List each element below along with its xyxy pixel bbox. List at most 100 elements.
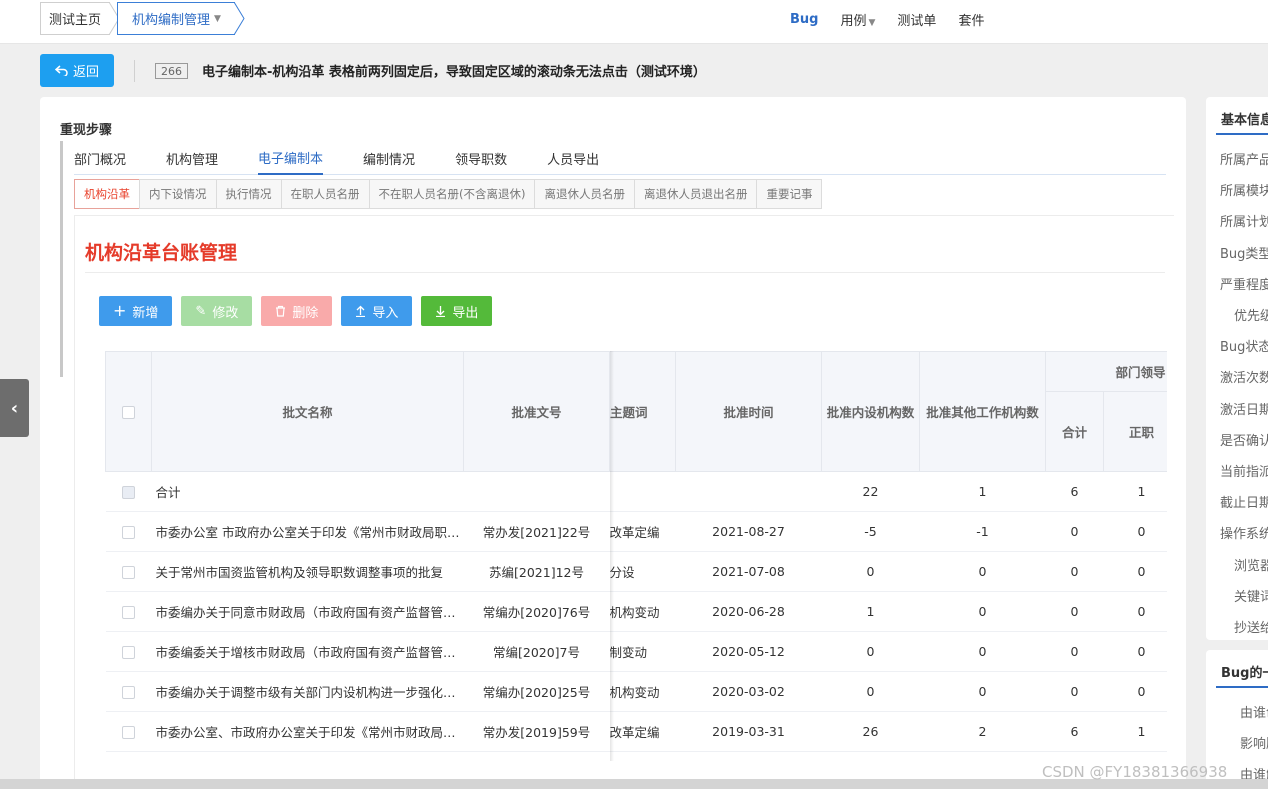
col-header-other-count[interactable]: 批准其他工作机构数 (919, 351, 1046, 472)
info-field-label: 所属模块 (1220, 184, 1268, 200)
cell-doc-no: 苏编[2021]12号 (463, 551, 610, 592)
bug-id-badge: 266 (155, 63, 188, 79)
cell-name: 市委办公室、市政府办公室关于印发《常州市财政局职能配置、内设机构和人员编制规定》… (151, 711, 464, 752)
export-button-label: 导出 (452, 305, 479, 321)
info-field-label: 浏览器 (1234, 558, 1268, 574)
import-button-label: 导入 (372, 305, 399, 321)
col-header-date[interactable]: 批准时间 (675, 351, 822, 472)
cell-date: 2021-08-27 (675, 511, 822, 552)
subtab-execution[interactable]: 执行情况 (215, 179, 282, 209)
tab-dept-overview[interactable]: 部门概况 (74, 141, 126, 175)
row-select-cell (105, 511, 152, 552)
info-field-label: 优先级 (1234, 309, 1268, 324)
org-history-table: 批文名称 批准文号 主题词 批准时间 批准内设机构数 批准其他工作机构数 部门领… (105, 351, 1167, 761)
cell-doc-no: 常编办[2020]76号 (463, 591, 610, 632)
subtab-internal-units[interactable]: 内下设情况 (139, 179, 217, 209)
cell-name: 合计 (151, 471, 464, 512)
chevron-left-icon: ‹ (10, 397, 19, 419)
bug-history-underline (1216, 686, 1268, 688)
module-tabs: 部门概况 机构管理 电子编制本 编制情况 领导职数 人员导出 (74, 141, 1166, 175)
breadcrumb-current[interactable]: 机构编制管理 ▼ (117, 2, 235, 35)
bug-title: 电子编制本-机构沿革 表格前两列固定后，导致固定区域的滚动条无法点击（测试环境） (202, 65, 706, 80)
cell-inner-count: 22 (821, 471, 920, 512)
info-field-label: 当前指派 (1220, 465, 1268, 480)
cell-other-count: 0 (919, 631, 1046, 672)
info-field-label: 是否确认 (1220, 433, 1268, 449)
top-nav-bar: 测试主页 机构编制管理 ▼ Bug 用例 ▼ 测试单 套件 (0, 0, 1268, 44)
col-header-chief[interactable]: 正职 (1103, 391, 1167, 472)
select-all-checkbox[interactable] (122, 406, 135, 419)
main-nav-links: Bug 用例 ▼ 测试单 套件 (790, 0, 984, 38)
col-header-doc-no[interactable]: 批准文号 (463, 351, 610, 472)
tab-staffing[interactable]: 编制情况 (363, 141, 415, 175)
import-button[interactable]: 导入 (341, 296, 413, 326)
cell-name: 关于常州市国资监管机构及领导职数调整事项的批复 (151, 551, 464, 592)
row-checkbox[interactable] (122, 526, 135, 539)
row-checkbox[interactable] (122, 566, 135, 579)
info-field-label: Bug状态 (1220, 340, 1268, 356)
cell-date: 2021-07-08 (675, 551, 822, 592)
table-row[interactable]: 市委办公室 市政府办公室关于印发《常州市财政局职能配置、内设机构和人员编制规定》… (105, 511, 1167, 552)
table-total-row[interactable]: 合计 22 1 6 1 (105, 471, 1167, 512)
info-field-label: 激活次数 (1220, 371, 1268, 387)
cell-name: 市委办公室 市政府办公室关于印发《常州市财政局职能配置、内设机构和人员编制规定》… (151, 511, 464, 552)
cell-chief: 0 (1103, 671, 1167, 712)
data-table: 批文名称 批准文号 主题词 批准时间 批准内设机构数 批准其他工作机构数 部门领… (105, 351, 1167, 752)
col-header-name[interactable]: 批文名称 (151, 351, 464, 472)
bug-history-title: Bug的一生 (1221, 666, 1268, 681)
cell-doc-no (463, 471, 610, 512)
caret-down-icon: ▼ (214, 13, 221, 24)
nav-link-testtask[interactable]: 测试单 (897, 10, 936, 29)
basic-info-title: 基本信息 (1221, 113, 1268, 128)
subtab-retired-staff[interactable]: 离退休人员名册 (534, 179, 635, 209)
quote-rule (60, 141, 63, 377)
nav-link-testcase[interactable]: 用例 ▼ (840, 10, 875, 29)
row-checkbox[interactable] (122, 606, 135, 619)
cell-date: 2020-05-12 (675, 631, 822, 672)
col-header-total[interactable]: 合计 (1045, 391, 1104, 472)
cell-total: 0 (1045, 671, 1104, 712)
subtab-inactive-staff[interactable]: 不在职人员名册(不含离退休) (368, 179, 536, 209)
cell-total: 0 (1045, 551, 1104, 592)
add-button[interactable]: + 新增 (99, 296, 173, 326)
table-row[interactable]: 市委编办关于调整市级有关部门内设机构进一步强化职能的通知常编办[2020]25号… (105, 671, 1167, 712)
cell-total: 0 (1045, 591, 1104, 632)
col-header-inner-count[interactable]: 批准内设机构数 (821, 351, 920, 472)
delete-button[interactable]: 删除 (261, 296, 333, 326)
subtab-org-history[interactable]: 机构沿革 (74, 179, 140, 209)
trash-icon (276, 305, 286, 317)
row-checkbox[interactable] (122, 486, 135, 499)
tab-leader-posts[interactable]: 领导职数 (455, 141, 507, 175)
table-toolbar: + 新增 ✎ 修改 删除 导入 导出 (99, 296, 493, 326)
table-row[interactable]: 关于常州市国资监管机构及领导职数调整事项的批复 苏编[2021]12号 分设 2021… (105, 551, 1167, 592)
table-row[interactable]: 市委编办关于同意市财政局（市政府国有资产监督管理委员会）机构变动的批复常编办[2… (105, 591, 1167, 632)
tab-org-management[interactable]: 机构管理 (166, 141, 218, 175)
nav-link-testsuite[interactable]: 套件 (958, 10, 984, 29)
subtab-active-staff[interactable]: 在职人员名册 (280, 179, 370, 209)
table-row[interactable]: 市委办公室、市政府办公室关于印发《常州市财政局职能配置、内设机构和人员编制规定》… (105, 711, 1167, 752)
cell-date (675, 471, 822, 512)
subtab-retired-exit[interactable]: 离退休人员退出名册 (633, 179, 758, 209)
cell-inner-count: 0 (821, 551, 920, 592)
side-collapse-toggle[interactable]: ‹ (0, 379, 29, 437)
tab-personnel-export[interactable]: 人员导出 (547, 141, 599, 175)
cell-other-count: 0 (919, 591, 1046, 632)
back-button[interactable]: 返回 (40, 54, 114, 87)
nav-link-bug[interactable]: Bug (790, 12, 818, 27)
col-header-topic[interactable]: 主题词 (609, 351, 676, 472)
edit-button[interactable]: ✎ 修改 (181, 296, 253, 326)
subtab-important-notes[interactable]: 重要记事 (756, 179, 823, 209)
export-button[interactable]: 导出 (421, 296, 493, 326)
table-body: 合计22161市委办公室 市政府办公室关于印发《常州市财政局职能配置、内设机构和… (105, 471, 1167, 752)
tab-electronic-register[interactable]: 电子编制本 (258, 141, 324, 175)
cell-inner-count: 0 (821, 631, 920, 672)
table-row[interactable]: 市委编委关于增核市财政局（市政府国有资产监督管理委员会）编制的通知常编[2020… (105, 631, 1167, 672)
delete-button-label: 删除 (292, 305, 319, 321)
breadcrumb-home[interactable]: 测试主页 (40, 2, 110, 35)
row-checkbox[interactable] (122, 686, 135, 699)
row-select-cell (105, 671, 152, 712)
cell-date: 2020-06-28 (675, 591, 822, 632)
row-checkbox[interactable] (122, 646, 135, 659)
cell-other-count: 1 (919, 471, 1046, 512)
row-checkbox[interactable] (122, 726, 135, 739)
